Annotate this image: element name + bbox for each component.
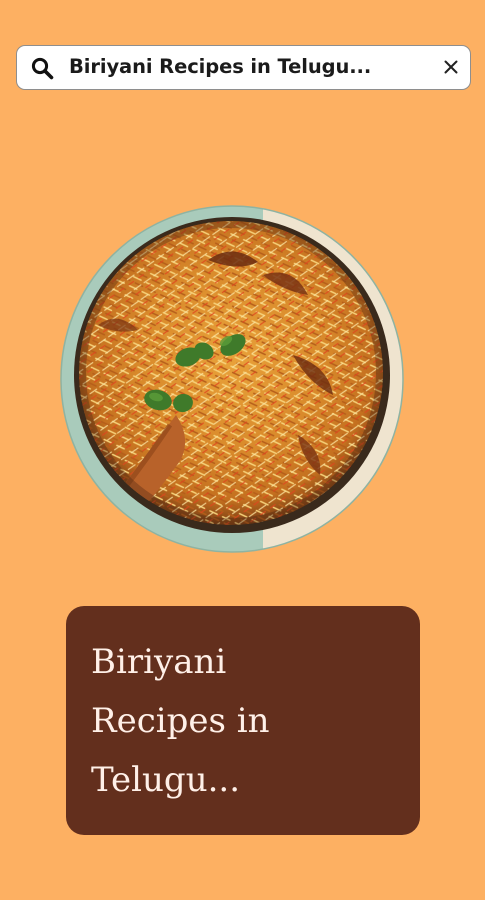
close-icon[interactable] [442, 58, 460, 76]
title-line-1: Biriyani [91, 642, 227, 682]
title-line-3: Telugu... [91, 760, 241, 800]
title-line-2: Recipes in [91, 701, 270, 741]
search-bar[interactable]: Biriyani Recipes in Telugu... [16, 45, 471, 90]
biryani-bowl-image [60, 205, 404, 553]
search-query-text[interactable]: Biriyani Recipes in Telugu... [69, 46, 371, 88]
title-card: Biriyani Recipes in Telugu... [66, 606, 420, 835]
search-icon[interactable] [30, 56, 56, 82]
